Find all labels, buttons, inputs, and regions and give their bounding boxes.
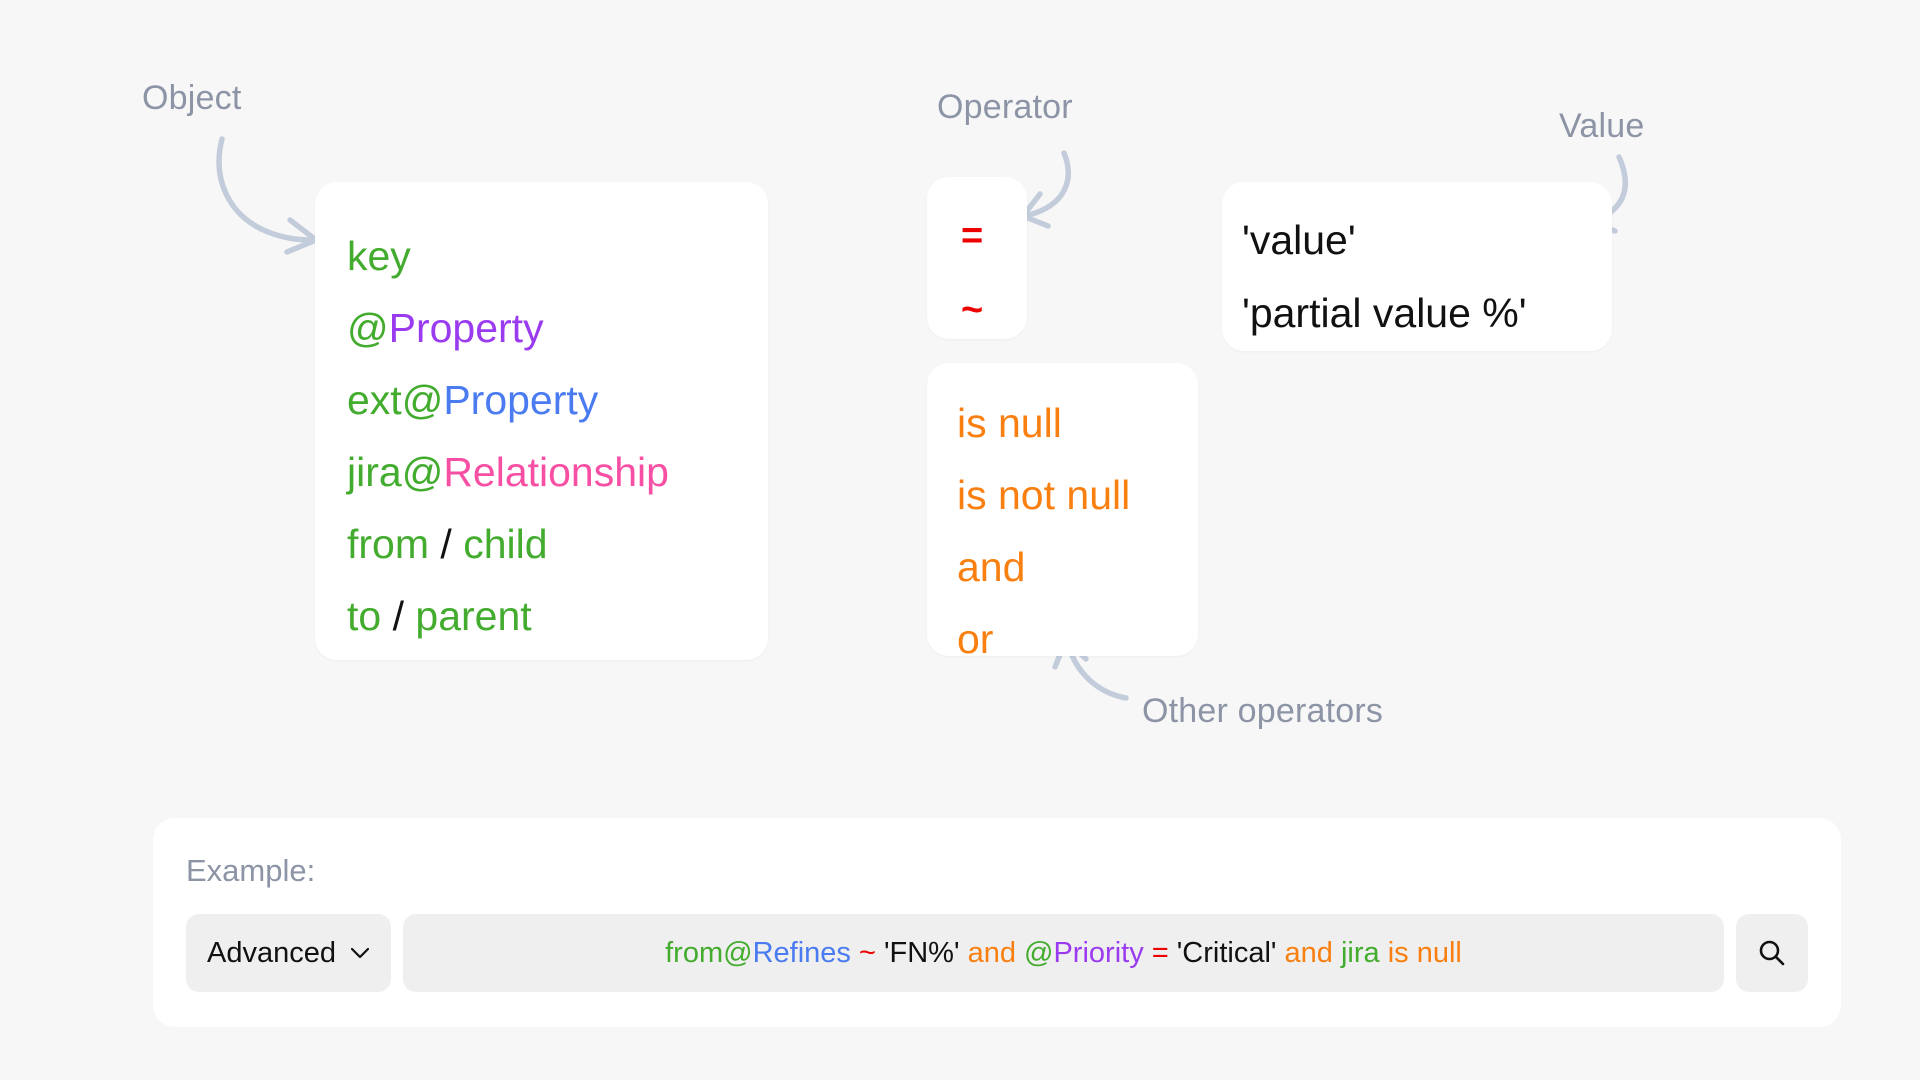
token: is not null (957, 472, 1131, 518)
arrow-operator (1020, 150, 1071, 229)
other-operators-card: is null is not null and or (927, 363, 1198, 662)
token: and (967, 936, 1016, 969)
token: from (665, 936, 724, 969)
object-syntax-card: key @Property ext@Property jira@Relationshi… (315, 182, 768, 660)
card-line: and (957, 531, 1198, 603)
token: key (347, 233, 411, 279)
token: Relationship (443, 449, 669, 495)
operator-card-lines: = ~ (961, 199, 1027, 347)
card-line: jira@Relationship (347, 436, 768, 508)
card-line: = (961, 199, 1027, 273)
token: @ (723, 936, 753, 969)
token: and (1284, 936, 1333, 969)
example-title: Example: (186, 853, 316, 888)
arrow-object (216, 136, 319, 255)
annotation-label-operator: Operator (937, 88, 1073, 126)
card-line: 'value' (1242, 204, 1612, 277)
token: jira (1340, 936, 1380, 969)
token: jira (347, 449, 402, 495)
search-button[interactable] (1736, 914, 1808, 992)
token: @ (401, 449, 444, 495)
token: and (957, 544, 1026, 590)
annotation-label-value: Value (1559, 107, 1645, 145)
example-panel: Example: Advanced from@Refines ~ 'FN%' a… (153, 818, 1841, 1027)
card-line: from / child (347, 508, 768, 580)
token: / (381, 593, 416, 639)
card-line: ~ (961, 273, 1027, 347)
token: Property (388, 305, 544, 351)
card-line: is null (957, 387, 1198, 459)
example-search-row: Advanced from@Refines ~ 'FN%' and @Prior… (186, 914, 1808, 992)
token: = (961, 215, 984, 257)
chevron-down-icon (350, 947, 370, 959)
token: child (463, 521, 548, 567)
value-card-lines: 'value' 'partial value %' (1242, 204, 1612, 350)
search-mode-dropdown[interactable]: Advanced (186, 914, 391, 992)
token: 'Critical' (1176, 936, 1277, 969)
token: is null (957, 400, 1062, 446)
token: @ (347, 305, 389, 351)
card-line: ext@Property (347, 364, 768, 436)
token: 'partial value %' (1242, 290, 1527, 336)
token: ~ (858, 936, 876, 969)
operator-syntax-card: = ~ (927, 177, 1027, 339)
syntax-help-panel: Object Operator Value Other operators ke… (0, 0, 1920, 1080)
value-syntax-card: 'value' 'partial value %' (1222, 182, 1612, 351)
annotation-label-object: Object (142, 79, 242, 117)
token: ~ (961, 289, 984, 331)
token: = (1151, 936, 1169, 969)
token: from (347, 521, 429, 567)
annotation-label-other-operators: Other operators (1142, 692, 1384, 730)
token: @ (401, 377, 444, 423)
query-input-text: from@Refines ~ 'FN%' and @Priority = 'Cr… (665, 937, 1462, 970)
token: parent (415, 593, 532, 639)
token: ext (347, 377, 402, 423)
token: Refines (752, 936, 851, 969)
token: or (957, 616, 994, 662)
card-line: to / parent (347, 580, 768, 652)
query-input[interactable]: from@Refines ~ 'FN%' and @Priority = 'Cr… (403, 914, 1724, 992)
card-line: key (347, 220, 768, 292)
card-line: 'partial value %' (1242, 277, 1612, 350)
other-operators-card-lines: is null is not null and or (957, 387, 1198, 675)
token: Priority (1053, 936, 1144, 969)
object-card-lines: key @Property ext@Property jira@Relationshi… (347, 220, 768, 652)
token: / (429, 521, 464, 567)
card-line: @Property (347, 292, 768, 364)
token: is null (1387, 936, 1462, 969)
card-line: is not null (957, 459, 1198, 531)
search-icon (1759, 940, 1785, 966)
token: Property (443, 377, 599, 423)
card-line: or (957, 603, 1198, 675)
token: @ (1024, 936, 1054, 969)
token: to (347, 593, 382, 639)
token: 'FN%' (883, 936, 960, 969)
token: 'value' (1242, 217, 1356, 263)
search-mode-label: Advanced (207, 936, 336, 969)
